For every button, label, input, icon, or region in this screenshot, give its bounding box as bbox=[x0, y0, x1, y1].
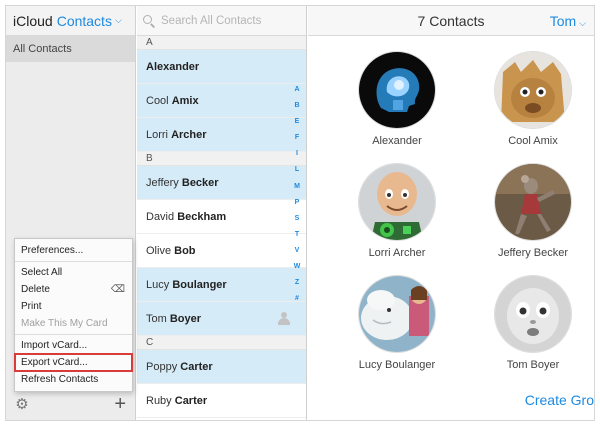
menu-item-print[interactable]: Print bbox=[15, 298, 132, 315]
section-header-c: C bbox=[137, 336, 306, 350]
menu-item-delete-label: Delete bbox=[21, 284, 50, 295]
add-contact-plus-icon[interactable]: + bbox=[114, 393, 126, 415]
index-letter[interactable]: W bbox=[291, 259, 303, 275]
index-letter[interactable]: F bbox=[291, 130, 303, 146]
person-icon bbox=[278, 312, 290, 325]
index-letter[interactable]: P bbox=[291, 195, 303, 211]
menu-item-export-vcard[interactable]: Export vCard... bbox=[14, 353, 133, 372]
avatar bbox=[495, 52, 571, 128]
menu-item-refresh-contacts[interactable]: Refresh Contacts bbox=[15, 371, 132, 388]
list-item[interactable]: David Beckham bbox=[137, 200, 306, 234]
list-item[interactable]: Olive Bob bbox=[137, 234, 306, 268]
avatar bbox=[495, 276, 571, 352]
card-name: Jeffery Becker bbox=[497, 247, 569, 259]
index-letter[interactable]: L bbox=[291, 162, 303, 178]
index-letter[interactable]: V bbox=[291, 243, 303, 259]
card-name: Alexander bbox=[372, 135, 422, 147]
alphabet-index: A B E F I L M P S T V W Z # bbox=[291, 82, 303, 307]
contact-card[interactable]: Lucy Boulanger bbox=[342, 276, 452, 371]
contact-card[interactable]: Jeffery Becker bbox=[478, 164, 588, 259]
list-item[interactable]: Poppy Carter bbox=[137, 350, 306, 384]
list-item[interactable]: Lucy Boulanger bbox=[137, 268, 306, 302]
app-header: iCloud Contacts ⌵ bbox=[6, 6, 135, 36]
index-letter[interactable]: I bbox=[291, 146, 303, 162]
contact-card[interactable]: Lorri Archer bbox=[342, 164, 452, 259]
index-letter[interactable]: A bbox=[291, 82, 303, 98]
card-name: Lucy Boulanger bbox=[358, 359, 436, 371]
sidebar-footer: ⚙ + bbox=[6, 390, 135, 420]
index-letter[interactable]: S bbox=[291, 211, 303, 227]
settings-menu: Preferences... Select All Delete ⌫ Print… bbox=[14, 238, 133, 392]
gear-icon[interactable]: ⚙ bbox=[14, 397, 30, 413]
icloud-contacts-window: iCloud Contacts ⌵ All Contacts ⚙ + Prefe… bbox=[5, 5, 595, 421]
list-item[interactable]: Ruby Carter bbox=[137, 384, 306, 418]
contact-list: Search All Contacts A Alexander Cool Ami… bbox=[137, 6, 307, 420]
avatar bbox=[359, 164, 435, 240]
avatar bbox=[495, 164, 571, 240]
card-name: Tom Boyer bbox=[506, 359, 560, 371]
menu-item-preferences[interactable]: Preferences... bbox=[15, 242, 132, 259]
list-item[interactable]: Jeffery Becker bbox=[137, 166, 306, 200]
menu-item-delete[interactable]: Delete ⌫ bbox=[15, 281, 132, 298]
group-all-contacts[interactable]: All Contacts bbox=[6, 36, 135, 62]
create-group-link[interactable]: Create Gro bbox=[525, 392, 594, 408]
list-item[interactable]: Tom Boyer bbox=[137, 302, 306, 336]
section-header-b: B bbox=[137, 152, 306, 166]
contact-card[interactable]: Cool Amix bbox=[478, 52, 588, 147]
avatar bbox=[359, 52, 435, 128]
menu-item-import-vcard[interactable]: Import vCard... bbox=[15, 337, 132, 354]
chevron-down-icon: ⌵ bbox=[579, 18, 586, 28]
account-menu[interactable]: Tom ⌵ bbox=[550, 13, 586, 29]
search-input[interactable]: Search All Contacts bbox=[161, 15, 261, 27]
list-item[interactable]: Cool Amix bbox=[137, 84, 306, 118]
index-letter[interactable]: Z bbox=[291, 275, 303, 291]
index-letter[interactable]: B bbox=[291, 98, 303, 114]
cards-header: 7 Contacts Tom ⌵ bbox=[308, 6, 594, 36]
search-bar[interactable]: Search All Contacts bbox=[137, 6, 306, 36]
card-name: Cool Amix bbox=[508, 135, 558, 147]
menu-divider bbox=[15, 261, 132, 262]
app-switcher[interactable]: Contacts bbox=[57, 13, 112, 29]
list-item[interactable]: Lorri Archer bbox=[137, 118, 306, 152]
index-letter[interactable]: # bbox=[291, 291, 303, 307]
card-name: Lorri Archer bbox=[368, 247, 426, 259]
contact-card[interactable]: Alexander bbox=[342, 52, 452, 147]
index-letter[interactable]: E bbox=[291, 114, 303, 130]
section-header-a: A bbox=[137, 36, 306, 50]
delete-key-icon: ⌫ bbox=[110, 284, 125, 295]
menu-divider bbox=[15, 334, 132, 335]
index-letter[interactable]: M bbox=[291, 179, 303, 195]
menu-item-make-my-card: Make This My Card bbox=[21, 318, 108, 329]
icloud-brand: iCloud bbox=[13, 12, 53, 29]
contact-cards-panel: 7 Contacts Tom ⌵ Alexander Cool Amix Lor… bbox=[308, 6, 594, 420]
avatar bbox=[359, 276, 435, 352]
search-icon bbox=[143, 14, 156, 28]
list-item[interactable]: Alexander bbox=[137, 50, 306, 84]
menu-item-select-all[interactable]: Select All bbox=[15, 264, 132, 281]
contact-card[interactable]: Tom Boyer bbox=[478, 276, 588, 371]
chevron-down-icon[interactable]: ⌵ bbox=[115, 15, 122, 26]
index-letter[interactable]: T bbox=[291, 227, 303, 243]
